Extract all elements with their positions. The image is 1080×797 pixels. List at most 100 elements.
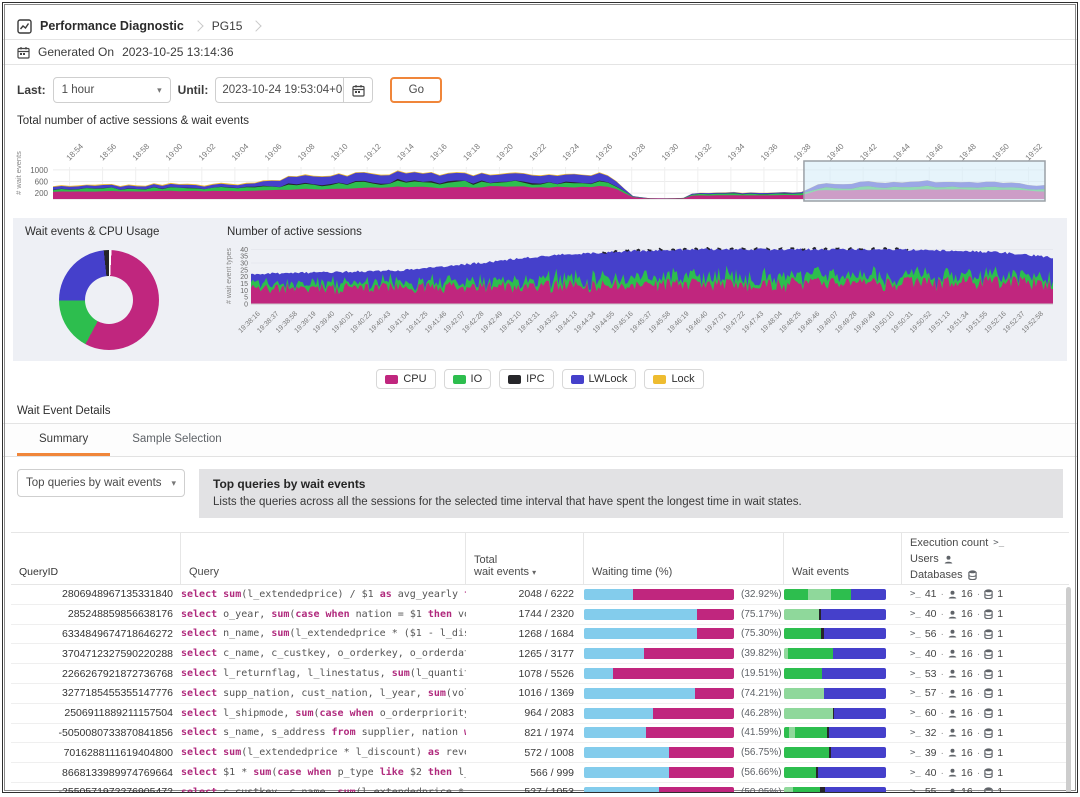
legend-swatch [508,375,521,384]
queryid-cell: 3704712327590220288 [11,648,181,660]
database-icon [984,589,993,599]
legend-chip-lwlock[interactable]: LWLock [562,369,637,389]
legend-chip-ipc[interactable]: IPC [499,369,553,389]
until-label: Until: [178,83,209,97]
svg-text:19:02: 19:02 [197,142,218,163]
breadcrumb-server[interactable]: PG15 [212,19,243,33]
wait-event-segment-lwlock [824,688,886,699]
total-wait-events-cell: 1265 / 3177 [466,648,584,660]
waiting-time-bar [584,747,734,758]
table-row[interactable]: 3704712327590220288 select c_name, c_cus… [11,644,1069,664]
svg-text:19:14: 19:14 [395,142,416,163]
svg-text:600: 600 [35,178,49,187]
query-sql-cell: select l_shipmode, sum(case when o_order… [181,708,466,719]
detail-charts-panel: Wait events & CPU Usage Number of active… [13,218,1067,361]
col-total-wait-events[interactable]: Total wait events ▾ [466,533,584,584]
total-wait-events-cell: 1744 / 2320 [466,608,584,620]
user-icon [944,555,953,564]
svg-text:# wait event types: # wait event types [226,247,233,304]
table-row[interactable]: 3277185455355147776 select supp_nation, … [11,684,1069,704]
waiting-time-cell: (41.59%) [584,727,784,738]
user-icon [948,649,957,658]
wait-event-segment-lwlock [824,628,886,639]
wait-events-donut-chart[interactable] [59,250,159,350]
svg-text:19:32: 19:32 [693,142,714,163]
until-input[interactable]: 2023-10-24 19:53:04+0 [215,77,343,103]
waiting-time-pct: (74.21%) [741,688,782,699]
legend-chip-lock[interactable]: Lock [644,369,703,389]
table-row[interactable]: 2506911889211157504 select l_shipmode, s… [11,704,1069,724]
svg-text:10: 10 [240,288,248,295]
last-select[interactable]: 1 hour▾ [53,77,171,103]
wait-event-segment-io [784,668,822,679]
filter-bar: Last: 1 hour▾ Until: 2023-10-24 19:53:04… [3,65,1077,113]
table-row[interactable]: 8668133989974769664 select $1 * sum(case… [11,763,1069,783]
exec-users-dbs-cell: >_57· 16· 1 [902,687,1069,699]
svg-text:19:52: 19:52 [1024,142,1045,163]
col-exec-users-dbs[interactable]: Execution count>_ Users Databases [902,533,1069,584]
info-description: Lists the queries across all the session… [213,496,1049,508]
chevron-down-icon: ▾ [157,85,162,96]
wait-event-segment-io [793,787,820,793]
exec-users-dbs-cell: >_40· 16· 1 [902,767,1069,779]
database-icon [984,688,993,698]
tab-sample-selection[interactable]: Sample Selection [110,424,244,456]
wait-events-bar [784,767,886,778]
vertical-scrollbar[interactable] [1066,587,1071,793]
col-waiting-time[interactable]: Waiting time (%) [584,533,784,584]
table-row[interactable]: -2550571972276905472 select c_custkey, c… [11,783,1069,793]
exec-users-dbs-cell: >_39· 16· 1 [902,747,1069,759]
user-icon [948,669,957,678]
sort-desc-icon[interactable]: ▾ [532,568,536,577]
waiting-time-pct: (39.82%) [741,648,782,659]
database-icon [984,728,993,738]
query-sql-cell: select sum(l_extendedprice * l_discount)… [181,747,466,758]
sessions-area-chart[interactable]: 051015202530354019:38:1619:38:3719:38:58… [225,242,1059,354]
waiting-time-cell: (50.05%) [584,787,784,793]
wait-events-cell [784,747,902,758]
exec-users-dbs-cell: >_60· 16· 1 [902,707,1069,719]
wait-events-bar [784,609,886,620]
queryid-cell: -5050080733870841856 [11,727,181,739]
svg-text:19:40: 19:40 [825,142,846,163]
total-wait-events-cell: 2048 / 6222 [466,588,584,600]
table-row[interactable]: 6334849674718646272 select n_name, sum(l… [11,625,1069,645]
total-wait-events-cell: 964 / 2083 [466,707,584,719]
waiting-time-pct: (46.28%) [741,708,782,719]
table-row[interactable]: 7016288111619404800 select sum(l_extende… [11,743,1069,763]
database-icon [984,629,993,639]
legend-swatch [453,375,466,384]
legend-label: IO [471,373,483,385]
query-filter-select[interactable]: Top queries by wait events▾ [17,469,185,497]
wait-events-cell [784,668,902,679]
sessions-title: Number of active sessions [225,224,1059,242]
table-row[interactable]: 285248859856638176 select o_year, sum(ca… [11,605,1069,625]
svg-text:18:54: 18:54 [65,142,86,163]
svg-text:19:48: 19:48 [957,142,978,163]
wait-event-segment-lwlock [831,747,886,758]
terminal-icon: >_ [910,768,921,778]
user-icon [948,709,957,718]
wait-events-cell [784,727,902,738]
chevron-right-icon [192,20,203,31]
database-icon [984,768,993,778]
svg-text:40: 40 [240,247,248,254]
col-queryid[interactable]: QueryID [11,533,181,584]
table-row[interactable]: 2266267921872736768 select l_returnflag,… [11,664,1069,684]
wait-events-bar [784,648,886,659]
table-row[interactable]: 2806948967135331840 select sum(l_extende… [11,585,1069,605]
user-icon [948,788,957,793]
svg-text:19:38: 19:38 [792,142,813,163]
overview-chart[interactable]: 200600100018:5418:5618:5819:0019:0219:04… [3,129,1077,214]
legend-chip-io[interactable]: IO [444,369,492,389]
go-button[interactable]: Go [390,77,442,103]
calendar-picker-button[interactable] [343,77,373,103]
user-icon [948,728,957,737]
tab-summary[interactable]: Summary [17,424,110,456]
col-query[interactable]: Query [181,533,466,584]
legend-swatch [571,375,584,384]
col-wait-events[interactable]: Wait events [784,533,902,584]
legend-chip-cpu[interactable]: CPU [376,369,435,389]
total-wait-events-cell: 1078 / 5526 [466,668,584,680]
table-row[interactable]: -5050080733870841856 select s_name, s_ad… [11,724,1069,744]
